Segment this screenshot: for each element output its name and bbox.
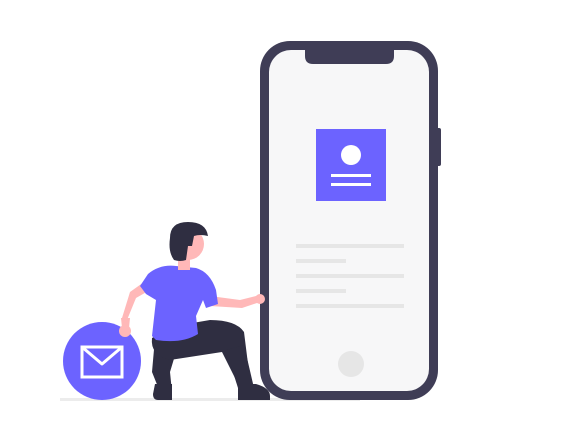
placeholder-line [296, 304, 404, 308]
phone-notch [305, 50, 394, 64]
phone-home-button [338, 351, 364, 377]
person-kneeling [119, 222, 270, 400]
illustration-svg [60, 41, 441, 401]
phone-screen [269, 50, 429, 391]
person-back-shoe [153, 384, 172, 400]
profile-avatar-icon [341, 145, 361, 165]
smartphone [260, 41, 441, 400]
person-right-hand [255, 294, 265, 304]
placeholder-line [296, 244, 404, 248]
placeholder-line [296, 289, 346, 293]
person-left-forearm [121, 318, 130, 328]
profile-line-1 [331, 174, 371, 177]
onboarding-illustration [0, 0, 563, 443]
placeholder-line [296, 259, 346, 263]
placeholder-line [296, 274, 404, 278]
profile-card-icon [316, 129, 386, 201]
profile-line-2 [331, 183, 371, 186]
